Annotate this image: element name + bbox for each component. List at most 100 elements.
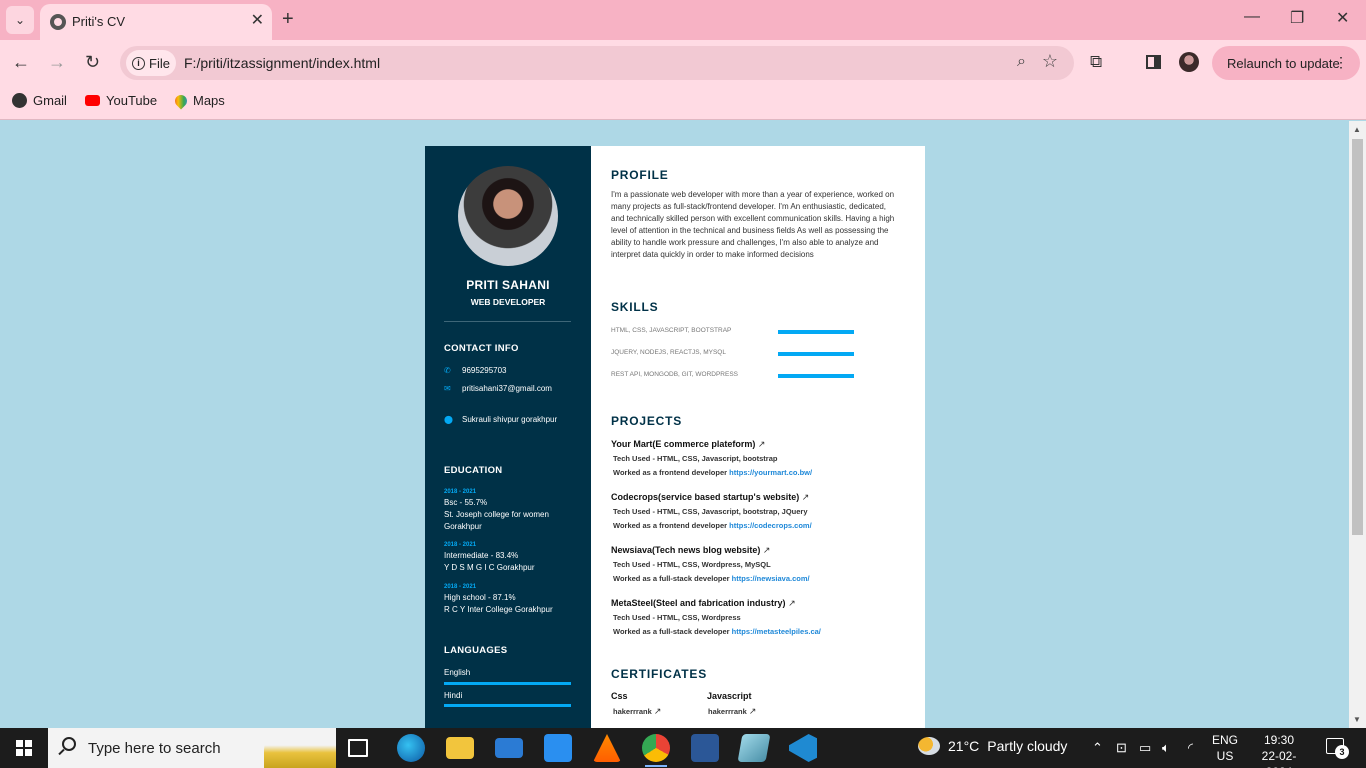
- project-role: Worked as a full-stack developer https:/…: [613, 627, 821, 636]
- external-link-icon[interactable]: ↗: [802, 492, 810, 502]
- site-info-chip[interactable]: i File: [126, 50, 176, 76]
- search-icon: [62, 737, 76, 751]
- new-tab-button[interactable]: +: [282, 8, 294, 31]
- minimize-button[interactable]: —: [1244, 8, 1260, 26]
- browser-tab[interactable]: Priti's CV ✕: [40, 4, 272, 40]
- scroll-down-arrow-icon[interactable]: ▼: [1353, 715, 1361, 724]
- external-link-icon[interactable]: ↗: [654, 706, 662, 716]
- external-link-icon[interactable]: ↗: [749, 706, 757, 716]
- maps-icon: [172, 92, 190, 109]
- weather-widget[interactable]: 21°C Partly cloudy: [918, 737, 1067, 755]
- meet-now-icon[interactable]: ⊡: [1116, 740, 1127, 756]
- word-icon[interactable]: [691, 734, 719, 762]
- side-panel-icon[interactable]: [1146, 55, 1161, 69]
- bookmark-star-icon[interactable]: ☆: [1042, 51, 1058, 72]
- windows-start-icon[interactable]: [16, 740, 32, 756]
- clock[interactable]: 19:30 22-02-2024: [1252, 732, 1306, 768]
- youtube-icon: [85, 95, 100, 106]
- address-bar[interactable]: i File F:/priti/itzassignment/index.html…: [120, 46, 1074, 80]
- divider: [444, 321, 571, 322]
- scroll-thumb[interactable]: [1352, 139, 1363, 535]
- skill-name: HTML, CSS, JAVASCRIPT, BOOTSTRAP: [611, 327, 732, 334]
- education-year: 2018 - 2021: [444, 542, 477, 548]
- input-language-indicator[interactable]: ENG US: [1212, 732, 1238, 764]
- notepad-icon[interactable]: [737, 734, 771, 762]
- reload-icon[interactable]: ↻: [85, 52, 100, 73]
- project-role: Worked as a full-stack developer https:/…: [613, 574, 810, 583]
- edge-icon[interactable]: [397, 734, 425, 762]
- cv-main: PROFILE I'm a passionate web developer w…: [591, 146, 925, 728]
- tab-search-button[interactable]: ⌄: [6, 6, 34, 34]
- tab-bar: ⌄ Priti's CV ✕ + — ❐ ✕: [0, 0, 1366, 40]
- bookmark-youtube[interactable]: YouTube: [85, 93, 157, 108]
- profile-text: I'm a passionate web developer with more…: [611, 190, 895, 259]
- location-pin-icon: ⬤: [444, 415, 453, 424]
- project-tech: Tech Used - HTML, CSS, Javascript, boots…: [613, 507, 808, 516]
- zoom-icon[interactable]: ⌕: [1017, 53, 1026, 71]
- cv-role: WEB DEVELOPER: [470, 297, 546, 307]
- scroll-up-arrow-icon[interactable]: ▲: [1353, 125, 1361, 134]
- more-menu-icon[interactable]: ⋮: [1334, 54, 1348, 71]
- lang-line2: US: [1216, 749, 1234, 763]
- project-tech: Tech Used - HTML, CSS, Wordpress: [613, 613, 741, 622]
- battery-icon[interactable]: ▭: [1139, 740, 1151, 756]
- certificate-name: Javascript: [707, 691, 752, 701]
- phone-icon: ✆: [444, 366, 451, 375]
- education-year: 2018 - 2021: [444, 584, 477, 590]
- project-tech: Tech Used - HTML, CSS, Wordpress, MySQL: [613, 560, 771, 569]
- search-highlight-image: [264, 730, 336, 768]
- globe-icon: [50, 14, 66, 30]
- task-view-icon[interactable]: [348, 739, 368, 757]
- certificate-source[interactable]: hakerrrank ↗: [613, 706, 661, 717]
- notification-badge: 3: [1335, 745, 1349, 759]
- skill-fill: [778, 352, 854, 356]
- chrome-icon[interactable]: [642, 734, 670, 762]
- bookmark-label: Gmail: [33, 93, 67, 108]
- clock-date: 22-02-2024: [1261, 749, 1297, 768]
- languages-heading: LANGUAGES: [444, 645, 508, 656]
- project-link[interactable]: https://newsiava.com/: [732, 574, 810, 583]
- external-link-icon[interactable]: ↗: [758, 439, 766, 449]
- page-scrollbar[interactable]: ▲ ▼: [1349, 121, 1366, 728]
- store-icon[interactable]: [544, 734, 572, 762]
- project-link[interactable]: https://codecrops.com/: [729, 521, 812, 530]
- url-text[interactable]: F:/priti/itzassignment/index.html: [184, 55, 380, 71]
- vscode-icon[interactable]: [789, 734, 817, 762]
- profile-avatar[interactable]: [1179, 52, 1199, 72]
- vlc-icon[interactable]: [593, 734, 621, 762]
- extensions-puzzle-icon[interactable]: ⧉: [1090, 52, 1102, 72]
- bookmark-maps[interactable]: Maps: [172, 92, 225, 109]
- project-link[interactable]: https://yourmart.co.bw/: [729, 468, 812, 477]
- mail-icon[interactable]: [495, 738, 523, 758]
- tray-chevron-up-icon[interactable]: ⌃: [1092, 740, 1103, 756]
- globe-icon: [12, 93, 27, 108]
- certificate-source[interactable]: hakerrrank ↗: [708, 706, 756, 717]
- weather-text: Partly cloudy: [987, 738, 1068, 754]
- contact-address: ⬤ Sukrauli shivpur gorakhpur: [444, 415, 557, 424]
- close-window-button[interactable]: ✕: [1336, 8, 1349, 28]
- back-arrow-icon[interactable]: ←: [12, 52, 30, 73]
- taskbar-search-box[interactable]: Type here to search: [48, 728, 336, 768]
- volume-icon[interactable]: 🔈︎: [1162, 740, 1170, 756]
- skill-bar: [778, 374, 854, 378]
- relaunch-button[interactable]: Relaunch to update ⋮: [1212, 46, 1360, 80]
- phone-text: 9695295703: [462, 366, 507, 375]
- certificates-heading: CERTIFICATES: [611, 667, 708, 681]
- forward-arrow-icon[interactable]: →: [48, 52, 66, 73]
- tab-title: Priti's CV: [72, 14, 126, 29]
- tab-close-button[interactable]: ✕: [251, 12, 264, 30]
- address-text: Sukrauli shivpur gorakhpur: [462, 415, 558, 424]
- language-level-fill: [444, 704, 571, 707]
- skill-bar: [778, 330, 854, 334]
- skill-name: JQUERY, NODEJS, REACTJS, MYSQL: [611, 349, 726, 356]
- bookmark-label: Maps: [193, 93, 225, 108]
- restore-button[interactable]: ❐: [1290, 8, 1304, 28]
- bookmark-gmail[interactable]: Gmail: [12, 93, 67, 108]
- project-link[interactable]: https://metasteelpiles.ca/: [732, 627, 821, 636]
- file-explorer-icon[interactable]: [446, 737, 474, 759]
- education-city: Gorakhpur: [444, 522, 482, 531]
- wifi-icon[interactable]: ◜: [1188, 740, 1193, 756]
- external-link-icon[interactable]: ↗: [763, 545, 771, 555]
- education-degree: High school - 87.1%: [444, 593, 516, 602]
- external-link-icon[interactable]: ↗: [788, 598, 796, 608]
